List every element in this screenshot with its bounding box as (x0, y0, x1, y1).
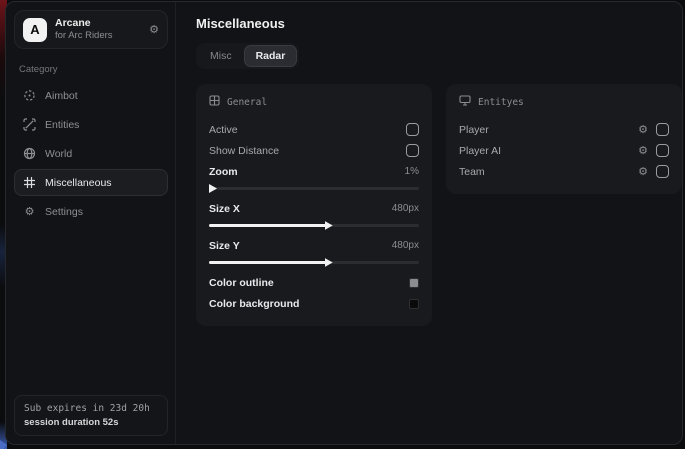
category-label: Category (19, 64, 163, 75)
brand-logo: A (23, 18, 47, 42)
gear-icon: ⚙ (23, 205, 36, 218)
app-window: A Arcane for Arc Riders ⚙ Category Aimbo… (5, 1, 683, 445)
slider-thumb[interactable] (209, 184, 217, 193)
grid-icon (209, 95, 220, 109)
setting-row-size-y: Size Y 480px (209, 235, 419, 256)
size-x-slider[interactable] (209, 221, 419, 230)
zoom-slider[interactable] (209, 184, 419, 193)
slider-thumb[interactable] (325, 221, 333, 230)
setting-label: Color outline (209, 277, 274, 289)
size-y-slider[interactable] (209, 258, 419, 267)
mouse-cursor (0, 440, 7, 449)
general-panel: General Active Show Distance Zoom 1% (196, 84, 432, 326)
sidebar-item-entities[interactable]: Entities (14, 111, 168, 138)
globe-icon (23, 147, 36, 160)
session-duration: session duration 52s (24, 417, 158, 428)
sidebar-item-label: World (45, 148, 72, 160)
entities-panel: Entityes Player ⚙ Player AI ⚙ (446, 84, 682, 194)
main-content: Miscellaneous Misc Radar General Active (176, 2, 683, 444)
brand-settings-gear-icon[interactable]: ⚙ (149, 24, 159, 35)
setting-label: Active (209, 124, 238, 136)
tab-misc[interactable]: Misc (198, 45, 244, 67)
scan-icon (23, 118, 36, 131)
sidebar-item-aimbot[interactable]: Aimbot (14, 82, 168, 109)
sidebar-item-world[interactable]: World (14, 140, 168, 167)
setting-label: Show Distance (209, 145, 279, 157)
entity-settings-gear-icon[interactable]: ⚙ (638, 124, 648, 135)
slider-value: 1% (405, 166, 419, 177)
brand-subtitle: for Arc Riders (55, 30, 141, 42)
show-distance-checkbox[interactable] (406, 144, 419, 157)
player-ai-checkbox[interactable] (656, 144, 669, 157)
entity-row-player: Player ⚙ (459, 119, 669, 140)
sidebar-item-settings[interactable]: ⚙ Settings (14, 198, 168, 225)
setting-row-show-distance: Show Distance (209, 140, 419, 161)
color-outline-swatch[interactable] (409, 278, 419, 288)
subscription-expiry: Sub expires in 23d 20h (24, 403, 158, 414)
sidebar-item-miscellaneous[interactable]: Miscellaneous (14, 169, 168, 196)
slider-thumb[interactable] (325, 258, 333, 267)
sidebar-item-label: Aimbot (45, 90, 78, 102)
setting-row-zoom: Zoom 1% (209, 161, 419, 182)
tab-group: Misc Radar (196, 43, 299, 69)
sidebar-nav: Aimbot Entities World (14, 82, 168, 225)
sidebar-item-label: Entities (45, 119, 79, 131)
slider-value: 480px (392, 240, 419, 251)
entity-row-player-ai: Player AI ⚙ (459, 140, 669, 161)
grid-icon (23, 176, 36, 189)
player-checkbox[interactable] (656, 123, 669, 136)
entity-settings-gear-icon[interactable]: ⚙ (638, 166, 648, 177)
color-background-swatch[interactable] (409, 299, 419, 309)
setting-label: Size Y (209, 240, 240, 252)
brand-card: A Arcane for Arc Riders ⚙ (14, 10, 168, 49)
setting-label: Size X (209, 203, 240, 215)
sidebar-item-label: Settings (45, 206, 83, 218)
setting-row-active: Active (209, 119, 419, 140)
entity-label: Player (459, 124, 489, 136)
entity-label: Player AI (459, 145, 501, 157)
crosshair-icon (23, 89, 36, 102)
sidebar: A Arcane for Arc Riders ⚙ Category Aimbo… (6, 2, 176, 444)
page-title: Miscellaneous (196, 16, 682, 31)
entity-label: Team (459, 166, 485, 178)
sidebar-item-label: Miscellaneous (45, 177, 112, 189)
setting-label: Color background (209, 298, 299, 310)
panel-title: General (227, 97, 267, 108)
subscription-card: Sub expires in 23d 20h session duration … (14, 395, 168, 436)
page-root: A Arcane for Arc Riders ⚙ Category Aimbo… (0, 0, 685, 449)
entity-settings-gear-icon[interactable]: ⚙ (638, 145, 648, 156)
slider-value: 480px (392, 203, 419, 214)
team-checkbox[interactable] (656, 165, 669, 178)
tab-radar[interactable]: Radar (244, 45, 298, 67)
setting-row-color-background: Color background (209, 293, 419, 314)
setting-row-size-x: Size X 480px (209, 198, 419, 219)
panel-title: Entityes (478, 97, 524, 108)
monitor-icon (459, 95, 471, 109)
brand-title: Arcane (55, 17, 141, 30)
setting-label: Zoom (209, 166, 238, 178)
setting-row-color-outline: Color outline (209, 272, 419, 293)
entity-row-team: Team ⚙ (459, 161, 669, 182)
active-checkbox[interactable] (406, 123, 419, 136)
